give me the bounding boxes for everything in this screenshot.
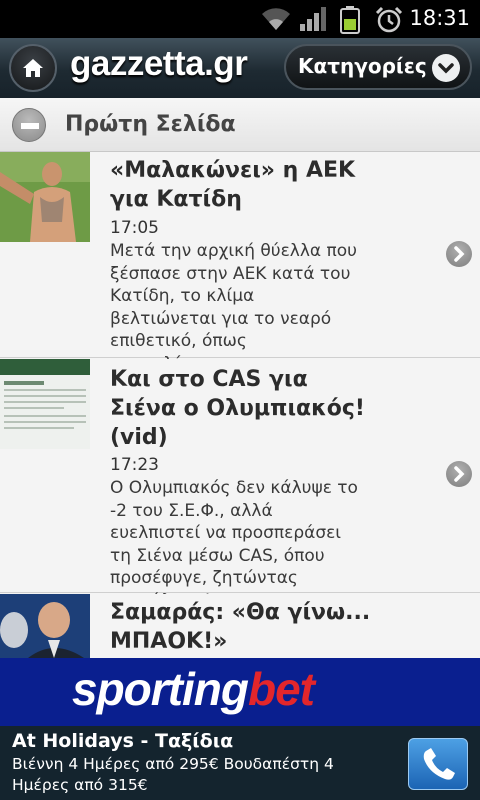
article-summary: Ο Ολυμπιακός δεν κάλυψε το -2 του Σ.Ε.Φ.…	[110, 478, 358, 611]
site-logo[interactable]: gazzetta.gr	[70, 44, 248, 84]
ad-title: At Holidays - Ταξίδια	[12, 730, 234, 752]
article-time: 17:23	[110, 455, 159, 475]
chevron-right-icon[interactable]	[446, 241, 472, 267]
home-button[interactable]	[9, 44, 57, 92]
chevron-down-icon	[432, 54, 460, 82]
status-bar: 18:31	[0, 0, 480, 38]
signal-icon	[300, 7, 326, 31]
article-list: «Μαλακώνει» η ΑΕΚ για Κατίδη 17:05 Μετά …	[0, 152, 480, 658]
chevron-right-icon[interactable]	[446, 461, 472, 487]
ad-banner[interactable]: sportingbet At Holidays - Ταξίδια Βιέννη…	[0, 658, 480, 800]
home-icon	[23, 59, 43, 77]
categories-label: Κατηγορίες	[298, 54, 427, 78]
article-summary: Μετά την αρχική θύελλα που ξέσπασε στην …	[110, 241, 358, 374]
status-time: 18:31	[409, 6, 470, 30]
article-thumbnail	[0, 359, 90, 449]
article-headline[interactable]: Και στο CAS για Σιένα ο Ολυμπιακός! (vid…	[110, 365, 365, 452]
ad-brand-part2: bet	[247, 663, 315, 715]
categories-button[interactable]: Κατηγορίες	[284, 44, 472, 90]
article-item[interactable]: Και στο CAS για Σιένα ο Ολυμπιακός! (vid…	[0, 359, 480, 611]
ad-text-area[interactable]: At Holidays - Ταξίδια Βιέννη 4 Ημέρες απ…	[0, 726, 480, 800]
article-headline[interactable]: Σαμαράς: «Θα γίνω... ΜΠΑΟΚ!»	[110, 598, 410, 656]
article-thumbnail	[0, 152, 90, 242]
section-title: Πρώτη Σελίδα	[65, 112, 236, 137]
collapse-icon[interactable]	[12, 108, 46, 142]
app-header: gazzetta.gr Κατηγορίες	[0, 38, 480, 98]
article-thumbnail	[0, 594, 90, 658]
ad-brand-logo: sportingbet	[72, 662, 315, 716]
wifi-icon	[262, 8, 290, 30]
alarm-icon	[375, 6, 403, 33]
section-header[interactable]: Πρώτη Σελίδα	[0, 98, 480, 152]
article-time: 17:05	[110, 218, 159, 238]
article-headline[interactable]: «Μαλακώνει» η ΑΕΚ για Κατίδη	[110, 156, 365, 214]
ad-text: Βιέννη 4 Ημέρες από 295€ Βουδαπέστη 4 Ημ…	[12, 755, 334, 794]
phone-icon	[423, 748, 455, 780]
article-item[interactable]: Σαμαράς: «Θα γίνω... ΜΠΑΟΚ!»	[0, 594, 480, 658]
battery-icon	[340, 6, 360, 34]
ad-brand-area[interactable]: sportingbet	[0, 658, 480, 726]
article-item[interactable]: «Μαλακώνει» η ΑΕΚ για Κατίδη 17:05 Μετά …	[0, 152, 480, 374]
call-button[interactable]	[408, 738, 468, 790]
ad-brand-part1: sporting	[72, 663, 249, 715]
